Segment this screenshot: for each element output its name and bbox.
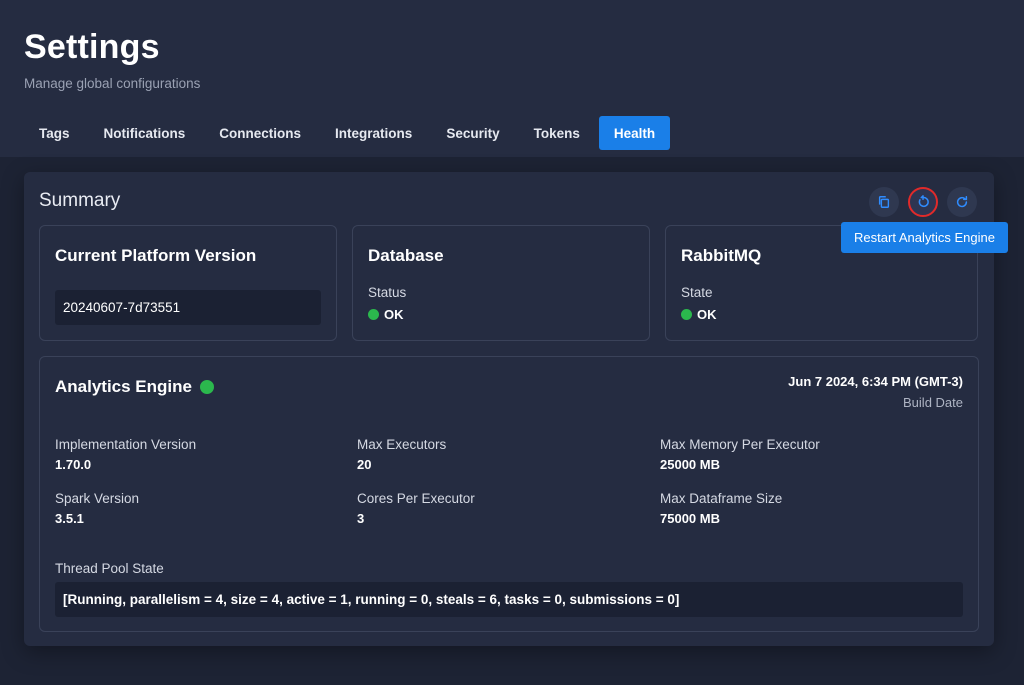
status-ok-icon (681, 309, 692, 320)
stat-value: 3 (357, 511, 365, 526)
rabbitmq-state: OK (681, 307, 717, 322)
tab-tokens[interactable]: Tokens (519, 116, 595, 150)
refresh-button[interactable] (947, 187, 977, 217)
page-header: Settings Manage global configurations Ta… (0, 0, 1024, 157)
refresh-icon (956, 196, 968, 208)
stat-label: Max Dataframe Size (660, 491, 783, 506)
thread-pool-label: Thread Pool State (55, 561, 164, 576)
stat-value: 3.5.1 (55, 511, 84, 526)
rabbitmq-state-label: State (681, 285, 713, 300)
stat-value: 20 (357, 457, 372, 472)
restart-icon (918, 195, 929, 208)
status-ok-icon (368, 309, 379, 320)
thread-pool-state: [Running, parallelism = 4, size = 4, act… (55, 582, 963, 617)
stat-label: Max Memory Per Executor (660, 437, 820, 452)
stat-value: 75000 MB (660, 511, 720, 526)
analytics-engine-title-text: Analytics Engine (55, 377, 192, 396)
stat-spark-version: Spark Version 3.5.1 (55, 491, 139, 526)
stat-max-executors: Max Executors 20 (357, 437, 446, 472)
build-date-value: Jun 7 2024, 6:34 PM (GMT-3) (788, 374, 963, 389)
stat-value: 25000 MB (660, 457, 720, 472)
platform-version-value: 20240607-7d73551 (55, 290, 321, 325)
database-status: OK (368, 307, 404, 322)
stat-cores-per-executor: Cores Per Executor 3 (357, 491, 475, 526)
rabbitmq-state-value: OK (697, 307, 717, 322)
page-subtitle: Manage global configurations (24, 76, 201, 91)
tab-health[interactable]: Health (598, 116, 671, 150)
stat-max-dataframe-size: Max Dataframe Size 75000 MB (660, 491, 782, 526)
analytics-engine-title: Analytics Engine (55, 377, 214, 397)
tab-connections[interactable]: Connections (204, 116, 316, 150)
database-title: Database (368, 246, 444, 265)
restart-tooltip: Restart Analytics Engine (841, 222, 1008, 253)
stat-label: Max Executors (357, 437, 447, 452)
tab-notifications[interactable]: Notifications (89, 116, 201, 150)
engine-status-icon (199, 380, 214, 394)
summary-title: Summary (39, 190, 121, 211)
rabbitmq-title: RabbitMQ (681, 246, 762, 265)
stat-label: Spark Version (55, 491, 140, 506)
stat-value: 1.70.0 (55, 457, 92, 472)
page-title: Settings (24, 28, 160, 66)
database-status-value: OK (384, 307, 404, 322)
copy-button[interactable] (869, 187, 899, 217)
tab-bar: Tags Notifications Connections Integrati… (24, 116, 671, 150)
stat-label: Implementation Version (55, 437, 197, 452)
tab-integrations[interactable]: Integrations (320, 116, 427, 150)
analytics-engine-card: Analytics Engine Jun 7 2024, 6:34 PM (GM… (39, 356, 979, 632)
stat-label: Cores Per Executor (357, 491, 475, 506)
restart-analytics-engine-button[interactable] (908, 187, 938, 217)
build-date-label: Build Date (903, 395, 963, 410)
database-card: Database Status OK (352, 225, 650, 341)
platform-version-card: Current Platform Version 20240607-7d7355… (39, 225, 337, 341)
platform-version-title: Current Platform Version (55, 246, 257, 265)
tab-tags[interactable]: Tags (24, 116, 85, 150)
tab-security[interactable]: Security (431, 116, 514, 150)
copy-icon (878, 196, 890, 208)
stat-max-memory-per-executor: Max Memory Per Executor 25000 MB (660, 437, 820, 472)
database-status-label: Status (368, 285, 407, 300)
stat-implementation-version: Implementation Version 1.70.0 (55, 437, 196, 472)
